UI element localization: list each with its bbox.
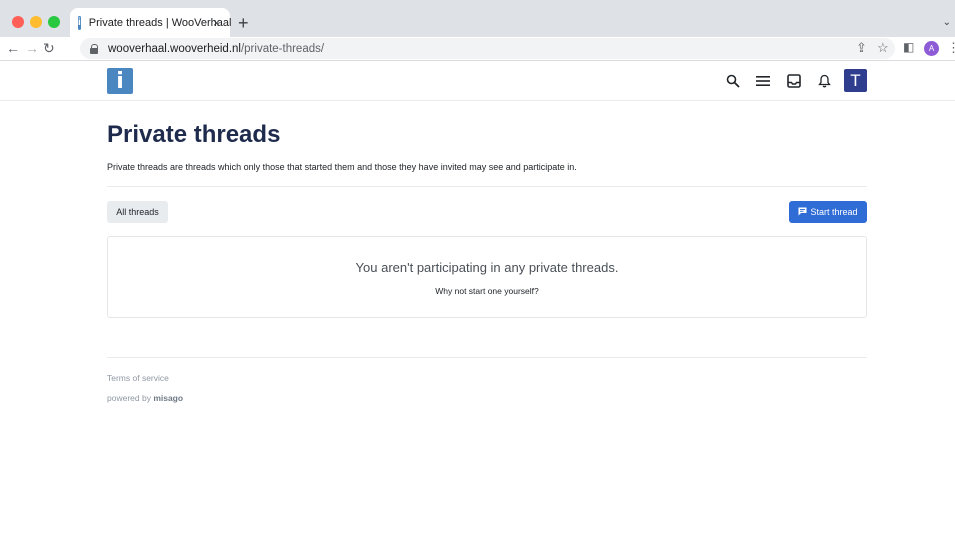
all-threads-button[interactable]: All threads: [107, 201, 168, 223]
browser-tabstrip: i Private threads | WooVerhaal × + ⌄: [0, 0, 955, 37]
browser-tab-active[interactable]: i Private threads | WooVerhaal ×: [70, 8, 232, 37]
lock-icon: [90, 43, 99, 54]
tab-title: Private threads | WooVerhaal: [88, 16, 232, 29]
browser-menu-icon[interactable]: ⋮: [947, 40, 955, 56]
user-avatar[interactable]: T: [844, 69, 867, 92]
chat-icon: [798, 207, 807, 218]
profile-avatar[interactable]: A: [924, 41, 939, 56]
minimize-window-button[interactable]: [30, 16, 42, 28]
forward-icon[interactable]: →: [25, 40, 39, 56]
close-window-button[interactable]: [12, 16, 24, 28]
empty-threads-panel: You aren't participating in any private …: [107, 236, 867, 318]
tab-search-icon[interactable]: ⌄: [943, 17, 951, 28]
url-text: wooverhaal.wooverheid.nl/private-threads…: [108, 42, 325, 55]
powered-by: powered by misago: [107, 393, 184, 403]
favicon-icon: i: [78, 15, 81, 30]
empty-state-hint: Why not start one yourself?: [435, 286, 539, 296]
bookmark-star-icon[interactable]: ☆: [877, 40, 889, 56]
inbox-icon[interactable]: [784, 71, 804, 91]
empty-state-message: You aren't participating in any private …: [355, 260, 619, 275]
menu-icon[interactable]: [753, 71, 773, 91]
page-description: Private threads are threads which only t…: [107, 162, 577, 172]
page-title: Private threads: [107, 121, 281, 148]
start-thread-button[interactable]: Start thread: [789, 201, 867, 223]
start-thread-label: Start thread: [810, 207, 858, 217]
new-tab-button[interactable]: +: [238, 14, 249, 32]
site-logo[interactable]: i: [107, 68, 133, 94]
footer-divider: [107, 357, 867, 358]
tab-close-icon[interactable]: ×: [213, 16, 220, 30]
back-icon[interactable]: ←: [6, 40, 20, 56]
side-panel-icon[interactable]: ◧: [903, 40, 914, 54]
share-icon[interactable]: ⇪: [856, 40, 867, 56]
divider: [107, 186, 867, 187]
site-navbar: i T: [0, 62, 955, 101]
bell-icon[interactable]: [814, 71, 834, 91]
reload-icon[interactable]: ↻: [43, 40, 55, 57]
zoom-window-button[interactable]: [48, 16, 60, 28]
address-bar[interactable]: wooverhaal.wooverheid.nl/private-threads…: [80, 38, 895, 59]
search-icon[interactable]: [723, 71, 743, 91]
terms-of-service-link[interactable]: Terms of service: [107, 373, 169, 383]
browser-toolbar: ← → ↻ wooverhaal.wooverheid.nl/private-t…: [0, 37, 955, 61]
misago-link[interactable]: misago: [153, 393, 183, 403]
